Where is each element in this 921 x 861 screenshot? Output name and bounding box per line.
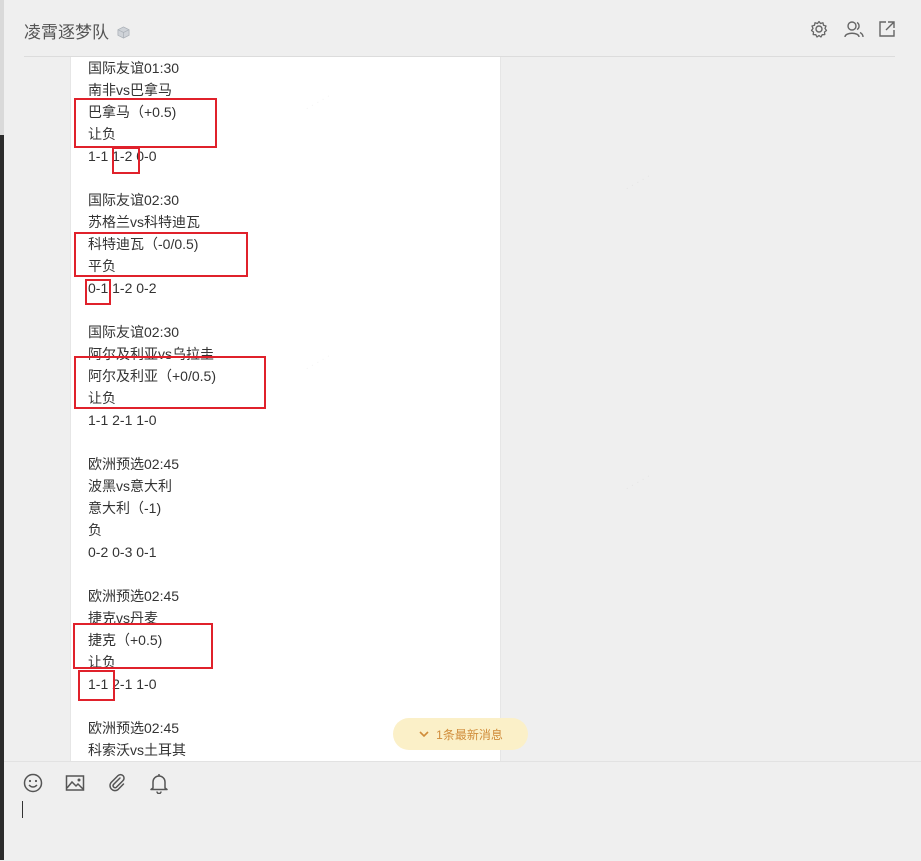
message-line-blank [88, 299, 488, 321]
message-line: 欧洲预选02:45 [88, 588, 180, 604]
attachment-icon[interactable] [106, 772, 128, 794]
annotation-box [112, 147, 140, 174]
chat-header: 凌霄逐梦队 [4, 0, 921, 57]
message-line-blank [88, 431, 488, 453]
watermark: · · · · · [623, 470, 653, 495]
annotation-box [73, 623, 213, 669]
annotation-box [74, 232, 248, 277]
gear-icon[interactable] [809, 19, 829, 39]
message-line: 0-1 1-2 0-2 [88, 280, 157, 296]
message-line-blank [88, 695, 488, 717]
message-input-area[interactable] [4, 761, 921, 861]
message-line: 负 [88, 522, 102, 538]
chat-title[interactable]: 凌霄逐梦队 [24, 23, 109, 42]
annotation-box [78, 670, 115, 701]
emoji-icon[interactable] [22, 772, 44, 794]
message-line: 波黑vs意大利 [88, 478, 172, 494]
message-line: 国际友谊02:30 [88, 324, 180, 340]
bell-icon[interactable] [148, 772, 170, 795]
chevron-down-icon [419, 731, 429, 738]
message-line-blank [88, 167, 488, 189]
message-line: 1-1 1-2 0-0 [88, 148, 157, 164]
message-line: 苏格兰vs科特迪瓦 [88, 214, 200, 230]
annotation-box [74, 98, 217, 148]
new-message-label: 1条最新消息 [436, 727, 503, 742]
input-toolbar [22, 772, 170, 795]
group-cube-icon [117, 26, 130, 39]
message-line: 意大利（-1) [88, 500, 162, 516]
members-icon[interactable] [843, 19, 864, 39]
chat-messages[interactable]: 国际友谊01:30 南非vs巴拿马 巴拿马（+0.5) 让负 1-1 1-2 0… [4, 57, 921, 761]
message-line: 0-2 0-3 0-1 [88, 544, 157, 560]
message-line: 国际友谊02:30 [88, 192, 180, 208]
new-message-pill[interactable]: 1条最新消息 [393, 718, 528, 750]
message-line-blank [88, 563, 488, 585]
message-line: 欧洲预选02:45 [88, 456, 180, 472]
message-line: 国际友谊01:30 [88, 60, 180, 76]
text-caret[interactable] [22, 801, 23, 818]
watermark: · · · · · [623, 170, 653, 195]
message-line: 1-1 2-1 1-0 [88, 676, 157, 692]
header-icons [809, 19, 897, 39]
chat-title-wrap: 凌霄逐梦队 [24, 18, 130, 43]
message-line: 1-1 2-1 1-0 [88, 412, 157, 428]
annotation-box [74, 356, 266, 409]
annotation-box [85, 279, 111, 305]
image-icon[interactable] [64, 772, 86, 794]
open-external-icon[interactable] [877, 19, 897, 39]
